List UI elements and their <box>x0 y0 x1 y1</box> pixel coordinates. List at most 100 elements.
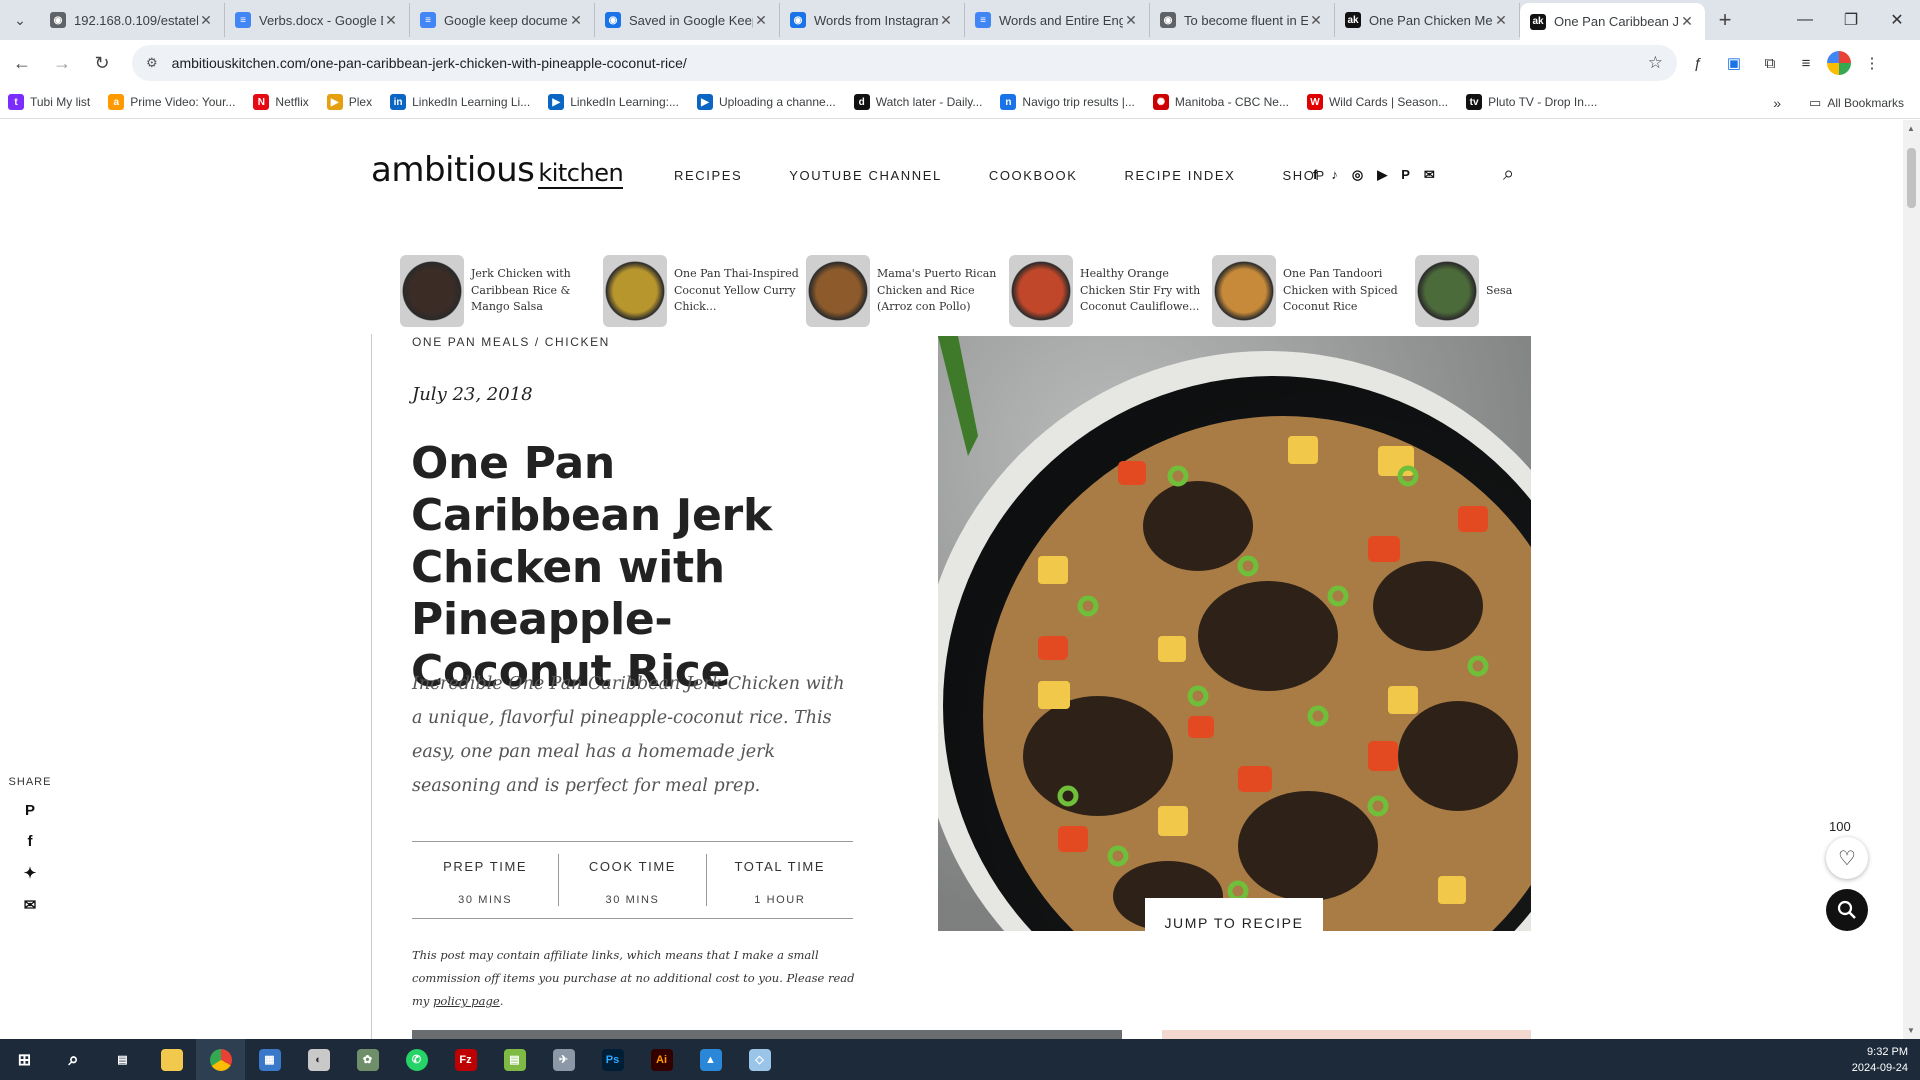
browser-tab[interactable]: ≡ Verbs.docx - Google D ✕ <box>225 3 410 37</box>
bookmark-item[interactable]: d Watch later - Daily... <box>853 94 982 110</box>
bookmark-item[interactable]: in LinkedIn Learning Li... <box>390 94 530 110</box>
twitter-icon[interactable]: ✦ <box>0 864 60 882</box>
carousel-card[interactable]: One Pan Thai-Inspired Coconut Yellow Cur… <box>603 254 806 328</box>
address-bar[interactable]: ⚙ ambitiouskitchen.com/one-pan-caribbean… <box>132 45 1677 81</box>
bookmark-item[interactable]: tv Pluto TV - Drop In.... <box>1466 94 1597 110</box>
whatsapp-button[interactable]: ✆ <box>392 1039 441 1080</box>
app-button[interactable]: ◇ <box>735 1039 784 1080</box>
close-tab-icon[interactable]: ✕ <box>198 12 214 29</box>
pinterest-icon[interactable]: P <box>1401 167 1410 183</box>
browser-tab[interactable]: ◉ To become fluent in E ✕ <box>1150 3 1335 37</box>
scroll-down-icon[interactable]: ▼ <box>1907 1026 1915 1035</box>
site-info-icon[interactable]: ⚙ <box>146 55 158 71</box>
back-button[interactable]: ← <box>4 45 40 81</box>
carousel-card[interactable]: One Pan Tandoori Chicken with Spiced Coc… <box>1212 254 1415 328</box>
bookmark-item[interactable]: W Wild Cards | Season... <box>1306 94 1448 110</box>
breadcrumb[interactable]: ONE PAN MEALS / CHICKEN <box>412 335 610 349</box>
youtube-icon[interactable]: ▶ <box>1377 167 1387 183</box>
tab-search-button[interactable]: ⌄ <box>0 0 40 40</box>
browser-tab[interactable]: ≡ Words and Entire Eng ✕ <box>965 3 1150 37</box>
start-button[interactable]: ⊞ <box>0 1039 49 1080</box>
filezilla-button[interactable]: Fz <box>441 1039 490 1080</box>
page-scrollbar[interactable]: ▲ ▼ <box>1903 120 1920 1039</box>
minimize-button[interactable]: — <box>1782 0 1828 40</box>
app-button[interactable]: ✈ <box>539 1039 588 1080</box>
browser-tab[interactable]: ak One Pan Caribbean Je ✕ <box>1520 3 1705 40</box>
policy-link[interactable]: policy page <box>433 994 500 1008</box>
notepad-button[interactable]: ▤ <box>490 1039 539 1080</box>
nav-link[interactable]: RECIPES <box>674 168 742 183</box>
bookmark-star-icon[interactable]: ☆ <box>1648 53 1663 73</box>
extension-icon[interactable]: ▣ <box>1719 48 1749 78</box>
url-text[interactable]: ambitiouskitchen.com/one-pan-caribbean-j… <box>172 55 1648 71</box>
social-links: f ♪ ◎ ▶ P ✉ <box>1313 167 1435 183</box>
jump-to-recipe-button[interactable]: JUMP TO RECIPE <box>1145 898 1323 948</box>
carousel-card[interactable]: Jerk Chicken with Caribbean Rice & Mango… <box>400 254 603 328</box>
nav-link[interactable]: YOUTUBE CHANNEL <box>789 168 942 183</box>
bookmark-item[interactable]: ✺ Manitoba - CBC Ne... <box>1152 94 1289 110</box>
close-tab-icon[interactable]: ✕ <box>1493 12 1509 29</box>
browser-tab[interactable]: ak One Pan Chicken Me ✕ <box>1335 3 1520 37</box>
email-icon[interactable]: ✉ <box>1424 167 1435 183</box>
illustrator-button[interactable]: Ai <box>637 1039 686 1080</box>
nav-link[interactable]: RECIPE INDEX <box>1125 168 1236 183</box>
browser-tab[interactable]: ◉ Words from Instagram ✕ <box>780 3 965 37</box>
close-tab-icon[interactable]: ✕ <box>383 12 399 29</box>
pinterest-icon[interactable]: P <box>0 802 60 819</box>
close-tab-icon[interactable]: ✕ <box>568 12 584 29</box>
facebook-icon[interactable]: f <box>1313 167 1317 183</box>
bookmark-item[interactable]: n Navigo trip results |... <box>1000 94 1135 110</box>
photos-button[interactable]: ▲ <box>686 1039 735 1080</box>
tiktok-icon[interactable]: ♪ <box>1331 167 1338 183</box>
bookmark-item[interactable]: a Prime Video: Your... <box>108 94 235 110</box>
extension-icon[interactable]: ƒ <box>1683 48 1713 78</box>
new-tab-button[interactable]: + <box>1705 3 1745 37</box>
media-control-icon[interactable]: ≡ <box>1791 48 1821 78</box>
more-bookmarks-icon[interactable]: » <box>1773 95 1781 111</box>
forward-button[interactable]: → <box>44 45 80 81</box>
app-button[interactable]: ✿ <box>343 1039 392 1080</box>
close-tab-icon[interactable]: ✕ <box>1679 13 1695 30</box>
app-button[interactable]: ◐ <box>294 1039 343 1080</box>
recipe-times: PREP TIME 30 MINS COOK TIME 30 MINS TOTAL TI… <box>412 841 853 919</box>
bookmark-item[interactable]: ▶ LinkedIn Learning:... <box>548 94 679 110</box>
chrome-button[interactable] <box>196 1039 245 1080</box>
browser-tab[interactable]: ≡ Google keep docume ✕ <box>410 3 595 37</box>
site-logo[interactable]: ambitious kitchen <box>371 150 624 190</box>
close-tab-icon[interactable]: ✕ <box>753 12 769 29</box>
profile-avatar[interactable] <box>1827 51 1851 75</box>
search-icon[interactable]: ⌕ <box>1503 163 1514 186</box>
calculator-button[interactable]: ▦ <box>245 1039 294 1080</box>
reload-button[interactable]: ↻ <box>84 45 120 81</box>
restore-button[interactable]: ❐ <box>1828 0 1874 40</box>
bookmark-item[interactable]: N Netflix <box>253 94 309 110</box>
browser-tab[interactable]: ◉ 192.168.0.109/estatel ✕ <box>40 3 225 37</box>
bookmark-item[interactable]: ▶ Uploading a channe... <box>696 94 836 110</box>
carousel-card[interactable]: Mama's Puerto Rican Chicken and Rice (Ar… <box>806 254 1009 328</box>
browser-tab[interactable]: ◉ Saved in Google Keep ✕ <box>595 3 780 37</box>
bookmark-item[interactable]: t Tubi My list <box>8 94 90 110</box>
facebook-icon[interactable]: f <box>0 833 60 850</box>
scrollbar-thumb[interactable] <box>1907 148 1916 208</box>
bookmark-item[interactable]: ▶ Plex <box>326 94 372 110</box>
instagram-icon[interactable]: ◎ <box>1352 167 1363 183</box>
close-window-button[interactable]: ✕ <box>1874 0 1920 40</box>
all-bookmarks-folder[interactable]: ▭ All Bookmarks <box>1809 95 1904 111</box>
system-clock[interactable]: 9:32 PM 2024-09-24 <box>1852 1039 1908 1080</box>
task-view-button[interactable]: ▤ <box>98 1039 147 1080</box>
heart-icon[interactable]: ♡ <box>1826 837 1868 879</box>
menu-icon[interactable]: ⋮ <box>1857 48 1887 78</box>
close-tab-icon[interactable]: ✕ <box>1308 12 1324 29</box>
search-button[interactable]: ⌕ <box>49 1039 98 1080</box>
file-explorer-button[interactable] <box>147 1039 196 1080</box>
extensions-puzzle-icon[interactable]: ⧉ <box>1755 48 1785 78</box>
nav-link[interactable]: COOKBOOK <box>989 168 1078 183</box>
carousel-card[interactable]: Sesame Fry w Ging... <box>1415 254 1512 328</box>
close-tab-icon[interactable]: ✕ <box>938 12 954 29</box>
photoshop-button[interactable]: Ps <box>588 1039 637 1080</box>
email-icon[interactable]: ✉ <box>0 896 60 914</box>
scroll-up-icon[interactable]: ▲ <box>1907 124 1915 133</box>
carousel-card[interactable]: Healthy Orange Chicken Stir Fry with Coc… <box>1009 254 1212 328</box>
close-tab-icon[interactable]: ✕ <box>1123 12 1139 29</box>
search-fab-button[interactable] <box>1826 889 1868 931</box>
